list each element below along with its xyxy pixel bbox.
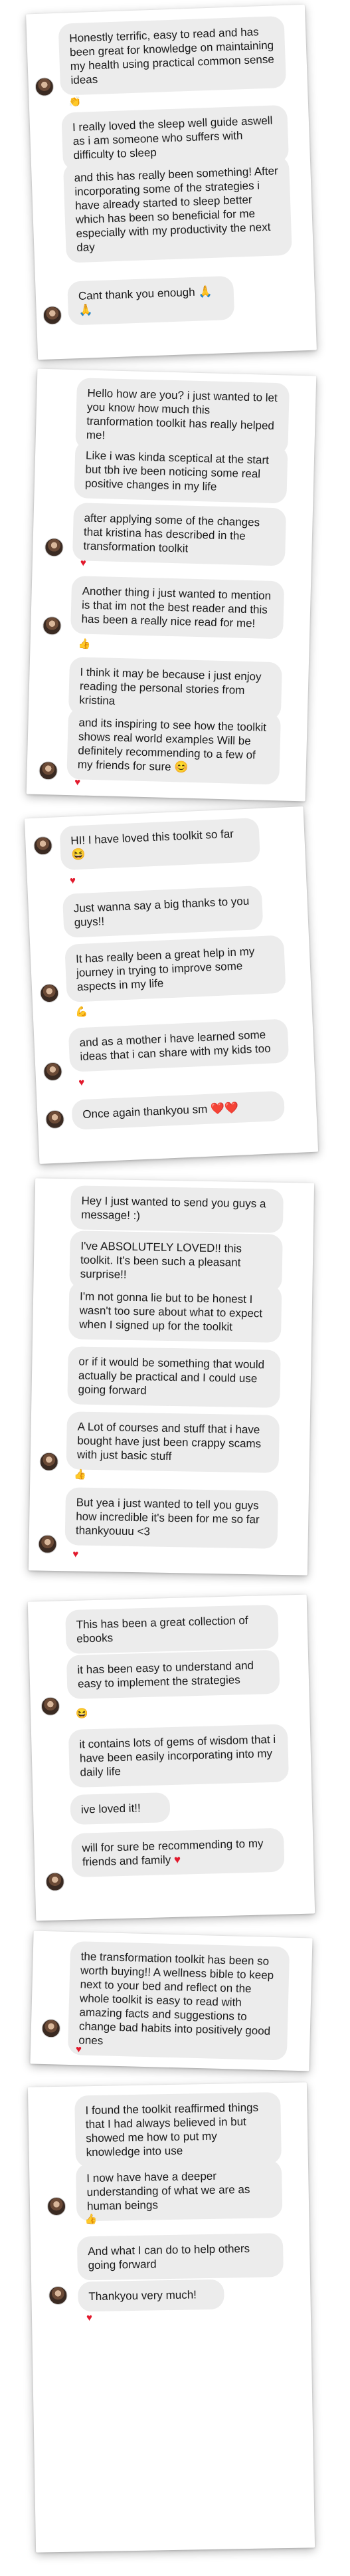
- heart-reaction-icon: ♥: [75, 2044, 82, 2055]
- message-bubble: It has really been a great help in my jo…: [64, 935, 286, 1002]
- avatar: [38, 1534, 57, 1554]
- message-bubble: or if it would be something that would a…: [67, 1346, 281, 1408]
- message-bubble: will for sure be recommending to my frie…: [70, 1827, 285, 1877]
- avatar: [41, 1697, 60, 1716]
- message-bubble: Thankyou very much!: [78, 2279, 224, 2312]
- avatar: [35, 77, 54, 97]
- message-text: Once again thankyou sm: [82, 1102, 208, 1121]
- message-bubble: and its inspiring to see how the toolkit…: [66, 707, 282, 785]
- laugh-reaction-icon: 😆: [76, 1708, 89, 1720]
- message-bubble: the transformation toolkit has been so w…: [67, 1940, 290, 2061]
- heart-reaction-icon: ♥: [80, 557, 86, 569]
- heart-reaction-icon: ♥: [69, 875, 76, 887]
- avatar: [39, 983, 59, 1003]
- heart-reaction-icon: ♥: [86, 2312, 93, 2324]
- testimonial-card-3: HI! I have loved this toolkit so far 😆 ♥…: [24, 806, 319, 1164]
- message-bubble: This has been a great collection of eboo…: [65, 1604, 279, 1655]
- message-bubble: ive loved it!!: [70, 1792, 171, 1825]
- message-bubble: Just wanna say a big thanks to you guys!…: [62, 885, 264, 938]
- heart-reaction-icon: ♥: [74, 776, 81, 788]
- avatar: [39, 1452, 58, 1472]
- message-bubble: I now have have a deeper understanding o…: [75, 2160, 283, 2222]
- laugh-emoji-icon: 😆: [70, 848, 86, 862]
- muscle-reaction-icon: 💪: [75, 1006, 88, 1018]
- message-bubble: I'm not gonna lie but to be honest I was…: [68, 1281, 282, 1343]
- thumbs-up-reaction-icon: 👍: [84, 2213, 98, 2226]
- avatar: [33, 836, 53, 856]
- avatar: [43, 305, 62, 325]
- message-bubble: Honestly terrific, easy to read and has …: [58, 15, 287, 96]
- avatar: [45, 1872, 65, 1892]
- message-bubble: after applying some of the changes that …: [72, 503, 287, 566]
- message-text: and its inspiring to see how the toolkit…: [77, 716, 267, 774]
- message-bubble: A Lot of courses and stuff that i have b…: [66, 1411, 280, 1473]
- avatar: [43, 1062, 63, 1082]
- message-text: Cant thank you enough: [78, 285, 195, 302]
- message-bubble: it contains lots of gems of wisdom that …: [68, 1724, 290, 1788]
- heart-reaction-icon: ♥: [78, 1076, 85, 1089]
- message-bubble: Cant thank you enough 🙏🙏: [67, 275, 235, 326]
- message-text: HI! I have loved this toolkit so far: [70, 827, 234, 848]
- message-bubble: and this has really been something! Afte…: [62, 155, 292, 263]
- message-bubble: I found the toolkit reaffirmed things th…: [74, 2092, 282, 2168]
- message-bubble: and as a mother i have learned some idea…: [68, 1018, 290, 1072]
- message-bubble: And what I can do to help others going f…: [76, 2233, 284, 2281]
- testimonial-card-4: Hey I just wanted to send you guys a mes…: [28, 1178, 315, 1576]
- testimonial-card-1: Honestly terrific, easy to read and has …: [26, 4, 317, 360]
- avatar: [45, 1110, 65, 1129]
- message-bubble: Like i was kinda sceptical at the start …: [74, 440, 288, 504]
- avatar: [41, 2018, 61, 2038]
- smile-emoji-icon: 😊: [174, 761, 189, 774]
- clap-reaction-icon: 👏: [68, 96, 82, 108]
- avatar: [39, 761, 58, 780]
- message-text: will for sure be recommending to my frie…: [82, 1837, 264, 1869]
- testimonial-card-6: the transformation toolkit has been so w…: [30, 1931, 313, 2071]
- message-bubble: HI! I have loved this toolkit so far 😆: [59, 818, 261, 871]
- message-bubble: it has been easy to understand and easy …: [66, 1649, 280, 1700]
- testimonial-card-7: I found the toolkit reaffirmed things th…: [27, 2082, 315, 2553]
- thumbs-up-reaction-icon: 👍: [74, 1468, 87, 1480]
- message-bubble: But yea i just wanted to tell you guys h…: [64, 1487, 279, 1549]
- message-bubble: Another thing i just wanted to mention i…: [70, 576, 285, 640]
- avatar: [44, 537, 64, 557]
- message-bubble: Once again thankyou sm ❤️❤️: [71, 1090, 286, 1130]
- avatar: [48, 2285, 68, 2305]
- avatar: [46, 2196, 66, 2216]
- message-bubble: Hey I just wanted to send you guys a mes…: [70, 1185, 284, 1233]
- avatar: [42, 616, 62, 636]
- thumbs-up-reaction-icon: 👍: [78, 638, 91, 650]
- heart-reaction-icon: ♥: [72, 1548, 79, 1560]
- heart-emoji-icon: ♥: [173, 1853, 181, 1866]
- testimonial-card-5: This has been a great collection of eboo…: [27, 1594, 315, 1921]
- testimonial-card-2: Hello how are you? i just wanted to let …: [26, 368, 317, 802]
- hearts-emoji-icon: ❤️❤️: [210, 1101, 239, 1115]
